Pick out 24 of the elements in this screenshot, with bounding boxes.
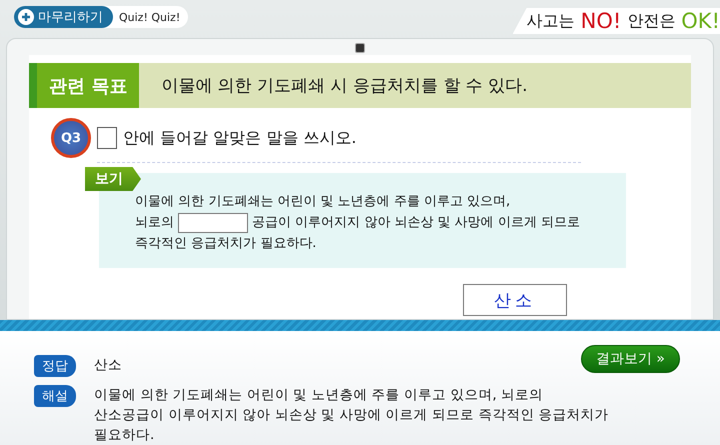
goal-text: 이물에 의한 기도폐쇄 시 응급처치를 할 수 있다.: [161, 75, 528, 97]
finish-button[interactable]: 마무리하기: [14, 6, 113, 28]
example-text: 공급이 이루어지지 않아 뇌손상 및 사망에 이르게 되므로: [252, 214, 580, 232]
slogan-text: 안전은: [627, 10, 676, 32]
quiz-label: Quiz! Quiz!: [119, 10, 180, 24]
slogan-text: OK!: [681, 9, 720, 33]
blank-box: [97, 127, 117, 149]
example-text: 뇌로의: [135, 214, 174, 232]
camera-icon: [355, 43, 365, 53]
question-badge: Q3: [51, 118, 91, 158]
slogan-text: 사고는: [526, 10, 575, 32]
example-label: 보기: [85, 167, 141, 191]
slogan-text: NO!: [580, 9, 622, 33]
example-text: 즉각적인 응급처치가 필요하다.: [135, 235, 316, 253]
question-text: 안에 들어갈 알맞은 말을 쓰시오.: [123, 128, 356, 148]
feedback-text: 이물에 의한 기도폐쇄는 어린이 및 노년층에 주를 이루고 있으며, 뇌로의 산소공급이 이루어지지 않아 뇌손상 및 사망에 이르게 되므로 즉각적인 응급처치가 필요하다.: [94, 386, 610, 445]
answer-field[interactable]: 산소: [463, 284, 567, 316]
blank-box: [178, 212, 248, 232]
feedback-tag: 정답: [34, 355, 76, 377]
plus-icon: [18, 9, 34, 25]
example-text: 이물에 의한 기도폐쇄는 어린이 및 노년층에 주를 이루고 있으며,: [135, 193, 510, 211]
goal-label: 관련 목표: [29, 63, 140, 108]
feedback-tag: 해설: [34, 385, 76, 407]
result-button[interactable]: 결과보기 »: [580, 345, 680, 373]
